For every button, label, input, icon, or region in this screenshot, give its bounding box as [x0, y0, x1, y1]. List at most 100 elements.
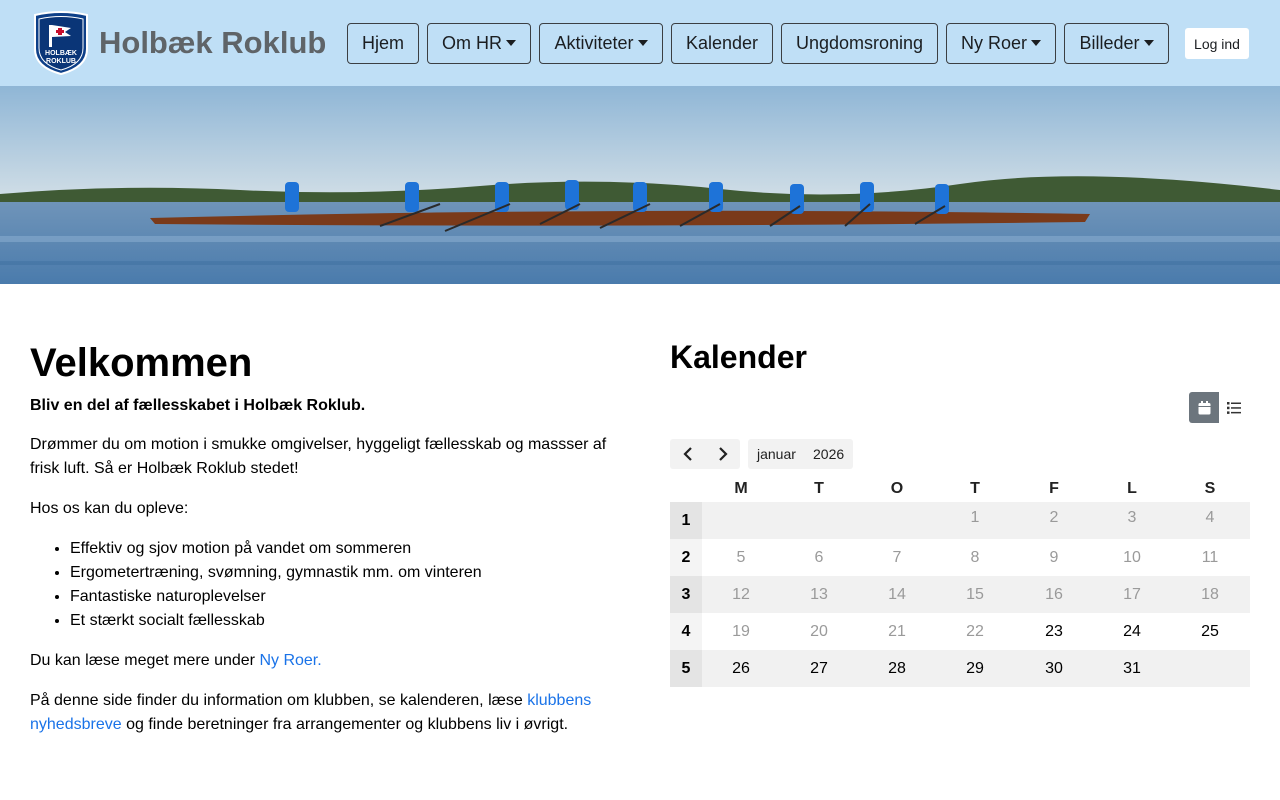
nav-label: Kalender	[685, 33, 759, 53]
calendar-day[interactable]: 25	[1171, 613, 1249, 650]
club-logo-icon[interactable]: HOLBÆK ROKLUB	[31, 11, 91, 75]
calendar-day[interactable]: 18	[1171, 576, 1249, 613]
welcome-paragraph: Drømmer du om motion i smukke omgivelser…	[30, 436, 607, 477]
nav-label: Billeder	[1079, 33, 1140, 53]
nav-kalender-button[interactable]: Kalender	[671, 23, 773, 64]
weekday-header: T	[814, 480, 824, 497]
weekday-header: S	[1204, 480, 1216, 497]
calendar-day[interactable]: 8	[936, 539, 1014, 576]
week-number: 2	[670, 539, 702, 576]
calendar-day[interactable]: 13	[780, 576, 858, 613]
week-number: 4	[670, 613, 702, 650]
list-item: Effektiv og sjov motion på vandet om som…	[70, 537, 482, 561]
weekday-header: L	[1127, 480, 1137, 497]
calendar-day[interactable]: 22	[936, 613, 1014, 650]
calendar-day[interactable]: 15	[936, 576, 1014, 613]
list-item: Fantastiske naturoplevelser	[70, 585, 482, 609]
calendar-day[interactable]: 28	[858, 650, 936, 687]
calendar-day[interactable]: 31	[1093, 650, 1171, 687]
benefits-list: Effektiv og sjov motion på vandet om som…	[70, 537, 482, 633]
week-number: 5	[670, 650, 702, 687]
calendar-day[interactable]: 24	[1093, 613, 1171, 650]
info-text-suffix: og finde beretninger fra arrangementer o…	[121, 716, 569, 733]
svg-text:HOLBÆK: HOLBÆK	[45, 50, 77, 57]
list-icon	[1227, 401, 1241, 414]
calendar-icon	[1198, 400, 1210, 414]
weekday-header: T	[970, 480, 980, 497]
nav-label: Ungdomsroning	[795, 33, 924, 53]
nav-ungdomsroning-button[interactable]: Ungdomsroning	[781, 23, 938, 64]
weekday-header: M	[734, 480, 748, 497]
calendar-day[interactable]: 27	[780, 650, 858, 687]
calendar-nav-group	[670, 439, 740, 469]
calendar-day[interactable]: 4	[1171, 499, 1249, 536]
ny-roer-link[interactable]: Ny Roer.	[259, 652, 321, 669]
nav-billeder-button[interactable]: Billeder	[1064, 23, 1169, 64]
calendar-day[interactable]: 2	[1015, 499, 1093, 536]
week-number: 3	[670, 576, 702, 613]
calendar-day[interactable]: 19	[702, 613, 780, 650]
calendar-day[interactable]: 14	[858, 576, 936, 613]
calendar-day	[780, 499, 858, 536]
next-month-button[interactable]	[705, 439, 740, 469]
week-number: 1	[670, 502, 702, 539]
caret-down-icon	[506, 39, 516, 46]
calendar-day[interactable]: 7	[858, 539, 936, 576]
nav-aktiviteter-button[interactable]: Aktiviteter	[539, 23, 663, 64]
chevron-right-icon	[718, 447, 728, 461]
list-view-button[interactable]	[1219, 392, 1249, 423]
calendar-day[interactable]: 5	[702, 539, 780, 576]
calendar-day	[1171, 650, 1249, 687]
calendar-week-row: 2 5 6 7 8 9 10 11	[670, 539, 1250, 576]
calendar-week-row: 5 26 27 28 29 30 31	[670, 650, 1250, 687]
site-title[interactable]: Holbæk Roklub	[99, 24, 326, 62]
nav-label: Aktiviteter	[554, 33, 634, 53]
nav-hjem-button[interactable]: Hjem	[347, 23, 419, 64]
info-paragraph: På denne side finder du information om k…	[30, 689, 620, 737]
calendar-day[interactable]: 21	[858, 613, 936, 650]
calendar-day[interactable]: 17	[1093, 576, 1171, 613]
caret-down-icon	[1143, 39, 1154, 46]
list-item: Ergometertræning, svømning, gymnastik mm…	[70, 561, 482, 585]
login-button[interactable]: Log ind	[1185, 28, 1249, 59]
calendar-week-row: 3 12 13 14 15 16 17 18	[670, 576, 1250, 613]
site-header: HOLBÆK ROKLUB Holbæk Roklub Hjem Om HR A…	[0, 0, 1280, 86]
list-item: Et stærkt socialt fællesskab	[70, 609, 482, 633]
calendar-day[interactable]: 10	[1093, 539, 1171, 576]
year-label[interactable]: 2026	[813, 446, 844, 462]
calendar-week-row: 11234	[670, 502, 1250, 539]
previous-month-button[interactable]	[670, 439, 705, 469]
caret-down-icon	[637, 39, 648, 46]
nav-label: Hjem	[361, 33, 404, 53]
period-selector[interactable]: januar 2026	[748, 439, 853, 469]
calendar-day[interactable]: 9	[1015, 539, 1093, 576]
weekday-header: F	[1049, 480, 1059, 497]
hero-rowing-image	[0, 86, 1280, 284]
calendar-day[interactable]: 26	[702, 650, 780, 687]
chevron-left-icon	[682, 447, 692, 461]
calendar-title: Kalender	[670, 339, 807, 375]
read-more-paragraph: Du kan læse meget mere under Ny Roer.	[30, 649, 620, 673]
calendar-day[interactable]: 20	[780, 613, 858, 650]
calendar-day[interactable]: 12	[702, 576, 780, 613]
month-view-button[interactable]	[1189, 392, 1219, 423]
nav-om-hr-button[interactable]: Om HR	[427, 23, 531, 64]
nav-ny-roer-button[interactable]: Ny Roer	[946, 23, 1056, 64]
welcome-intro: Bliv en del af fællesskabet i Holbæk Rok…	[30, 397, 366, 414]
calendar-day[interactable]: 16	[1015, 576, 1093, 613]
calendar-day[interactable]: 11	[1171, 539, 1249, 576]
calendar-day[interactable]: 1	[936, 499, 1014, 536]
calendar-day	[858, 499, 936, 536]
calendar-day[interactable]: 23	[1015, 613, 1093, 650]
info-text: På denne side finder du information om k…	[30, 692, 528, 709]
caret-down-icon	[1031, 39, 1041, 46]
svg-text:ROKLUB: ROKLUB	[46, 58, 76, 65]
calendar-week-row: 4 19 20 21 22 23 24 25	[670, 613, 1250, 650]
weekday-header: O	[890, 480, 904, 497]
calendar-day[interactable]: 29	[936, 650, 1014, 687]
read-more-text: Du kan læse meget mere under	[30, 652, 260, 669]
calendar-day[interactable]: 30	[1015, 650, 1093, 687]
month-label[interactable]: januar	[757, 446, 796, 462]
calendar-day[interactable]: 6	[780, 539, 858, 576]
calendar-day[interactable]: 3	[1093, 499, 1171, 536]
